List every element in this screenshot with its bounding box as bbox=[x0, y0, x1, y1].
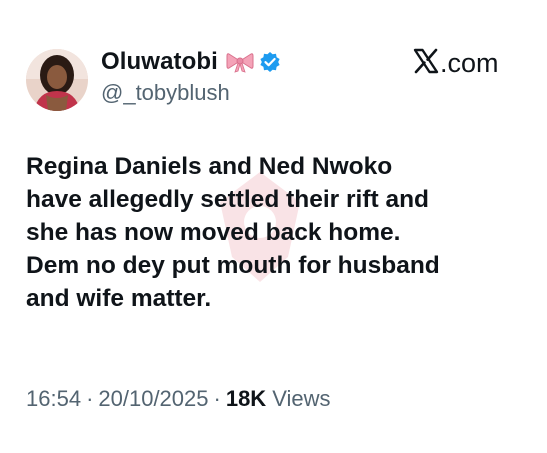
tweet-meta: 16:54 · 20/10/2025 · 18K Views bbox=[26, 386, 330, 412]
author-handle[interactable]: @_tobyblush bbox=[101, 80, 230, 106]
avatar[interactable] bbox=[26, 49, 88, 111]
tweet-date[interactable]: 20/10/2025 bbox=[98, 386, 208, 412]
meta-separator: · bbox=[213, 386, 221, 411]
x-brand[interactable]: .com bbox=[413, 46, 499, 80]
avatar-image bbox=[26, 49, 88, 111]
verified-badge-icon bbox=[259, 51, 281, 73]
author-display-name[interactable]: Oluwatobi bbox=[101, 48, 218, 76]
tweet-text: Regina Daniels and Ned Nwoko have allege… bbox=[26, 150, 536, 315]
meta-separator: · bbox=[86, 386, 94, 411]
tweet-line: Dem no dey put mouth for husband bbox=[26, 252, 440, 279]
tweet-line: have allegedly settled their rift and bbox=[26, 186, 430, 213]
tweet-time[interactable]: 16:54 bbox=[26, 386, 81, 412]
ribbon-bow-icon bbox=[226, 51, 254, 73]
author-name-row: Oluwatobi bbox=[101, 44, 281, 80]
views-count[interactable]: 18K bbox=[226, 386, 266, 412]
tweet-line: and wife matter. bbox=[26, 285, 212, 312]
tweet-card: Oluwatobi @_tobyblush .com Regina Daniel… bbox=[0, 0, 547, 453]
views-label[interactable]: Views bbox=[272, 386, 330, 412]
tweet-line: Regina Daniels and Ned Nwoko bbox=[26, 153, 393, 180]
x-logo-icon bbox=[413, 48, 439, 79]
brand-domain-text: .com bbox=[440, 47, 499, 78]
tweet-line: she has now moved back home. bbox=[26, 219, 401, 246]
